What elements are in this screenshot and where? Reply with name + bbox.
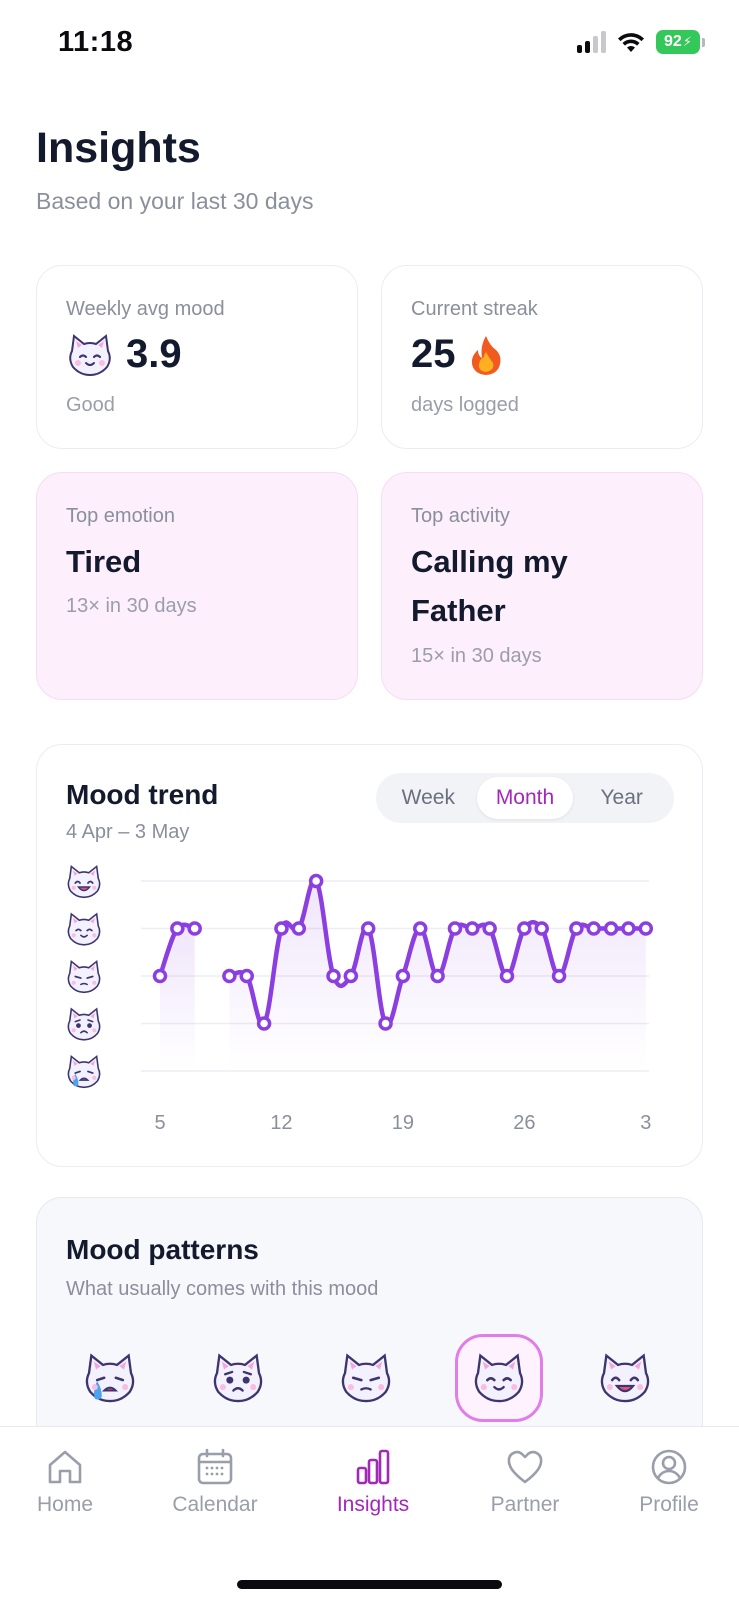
patterns-title: Mood patterns xyxy=(66,1234,259,1265)
y-axis-cat-happy-icon xyxy=(67,864,101,899)
trend-point xyxy=(499,968,515,984)
tab-label: Calendar xyxy=(172,1493,258,1516)
status-time: 11:18 xyxy=(58,26,134,58)
heart-icon xyxy=(507,1450,543,1484)
y-axis-cat-content-icon xyxy=(67,912,101,946)
streak-value-row: 25 xyxy=(411,332,504,377)
page-title: Insights xyxy=(36,124,201,172)
user-circle-icon xyxy=(651,1449,687,1485)
card-label: Current streak xyxy=(411,298,538,320)
top-activity-caption: 15× in 30 days xyxy=(411,645,542,667)
x-tick-label: 19 xyxy=(392,1112,414,1134)
trend-point xyxy=(586,921,601,936)
home-icon xyxy=(48,1450,82,1484)
trend-point xyxy=(222,968,237,984)
top-activity-value: Calling my Father xyxy=(411,544,568,628)
trend-point xyxy=(621,921,636,936)
trend-point xyxy=(343,968,359,984)
trend-point xyxy=(569,921,584,936)
trend-point xyxy=(256,1016,272,1031)
battery-level: 92 xyxy=(664,33,682,50)
trend-point xyxy=(378,1016,393,1031)
tab-label: Partner xyxy=(490,1493,560,1516)
trend-point xyxy=(152,968,168,984)
flame-icon xyxy=(471,335,500,375)
trend-point xyxy=(326,968,341,984)
trend-point xyxy=(603,921,619,936)
card-label: Weekly avg mood xyxy=(66,298,225,320)
weekly-mood-caption: Good xyxy=(66,394,115,416)
tab-calendar[interactable]: Calendar xyxy=(150,1447,280,1517)
home-indicator xyxy=(237,1580,502,1589)
trend-point xyxy=(517,921,532,936)
cat-crying-icon xyxy=(85,1353,135,1403)
trend-area xyxy=(160,924,195,1071)
trend-point xyxy=(551,968,567,984)
tab-partner[interactable]: Partner xyxy=(460,1447,590,1517)
trend-point xyxy=(274,921,289,936)
trend-point xyxy=(360,921,376,936)
trend-point xyxy=(239,968,254,984)
mood-trend-card: Mood trend 4 Apr – 3 May Week Month Year… xyxy=(36,744,703,1167)
weekly-mood-value-row: 3.9 xyxy=(66,332,182,377)
bar-chart-icon xyxy=(356,1449,390,1485)
y-axis-cat-meh-icon xyxy=(67,959,101,994)
cellular-signal-icon xyxy=(577,31,606,53)
trend-point xyxy=(170,921,185,936)
mood-trend-chart: 5 12 19 26 3 xyxy=(67,864,654,1134)
trend-point xyxy=(638,921,654,936)
mood-option-crying[interactable] xyxy=(66,1334,154,1422)
trend-point xyxy=(395,968,411,984)
tab-home[interactable]: Home xyxy=(0,1447,130,1517)
trend-point xyxy=(482,921,497,936)
trend-point xyxy=(187,921,202,936)
y-axis-cat-sad-icon xyxy=(67,1007,101,1041)
trend-point xyxy=(308,873,324,889)
streak-value: 25 xyxy=(411,332,456,376)
top-emotion-card[interactable]: Top emotion Tired 13× in 30 days xyxy=(36,472,358,700)
tab-bar: Home Calendar Insights Partner Profile xyxy=(0,1426,739,1600)
streak-card[interactable]: Current streak 25 days logged xyxy=(381,265,703,449)
top-emotion-value: Tired xyxy=(66,544,142,579)
mood-option-sad[interactable] xyxy=(194,1334,282,1422)
tab-profile[interactable]: Profile xyxy=(604,1447,734,1517)
trend-point xyxy=(534,921,549,936)
x-tick-label: 26 xyxy=(513,1112,535,1134)
cat-smile-icon xyxy=(69,333,111,376)
weekly-mood-value: 3.9 xyxy=(126,332,182,376)
mood-option-meh[interactable] xyxy=(322,1334,410,1422)
wifi-icon xyxy=(618,33,644,52)
cat-content-icon xyxy=(474,1353,524,1403)
cat-meh-icon xyxy=(341,1353,391,1403)
x-tick-label: 12 xyxy=(270,1112,292,1134)
status-bar: 11:18 92 ⚡ xyxy=(0,0,739,90)
card-label: Top emotion xyxy=(66,505,175,527)
trend-point xyxy=(291,921,307,936)
trend-point xyxy=(430,968,445,984)
weekly-mood-card[interactable]: Weekly avg mood 3.9 Good xyxy=(36,265,358,449)
top-emotion-caption: 13× in 30 days xyxy=(66,595,197,617)
page-subtitle: Based on your last 30 days xyxy=(36,188,314,214)
mood-option-content[interactable] xyxy=(455,1334,543,1422)
top-activity-card[interactable]: Top activity Calling my Father 15× in 30… xyxy=(381,472,703,700)
mood-option-happy[interactable] xyxy=(581,1334,669,1422)
calendar-icon xyxy=(197,1448,233,1485)
x-tick-label: 3 xyxy=(640,1112,651,1134)
card-label: Top activity xyxy=(411,505,510,527)
tab-label: Home xyxy=(36,1493,94,1516)
trend-point xyxy=(413,921,428,936)
status-icons: 92 ⚡ xyxy=(577,30,705,54)
x-tick-label: 5 xyxy=(154,1112,165,1134)
cat-happy-icon xyxy=(600,1353,650,1403)
tab-label: Insights xyxy=(336,1493,410,1516)
battery-icon: 92 ⚡ xyxy=(656,30,700,54)
trend-point xyxy=(465,921,480,936)
tab-label: Profile xyxy=(639,1493,699,1516)
patterns-subtitle: What usually comes with this mood xyxy=(66,1278,379,1300)
y-axis-cat-crying-icon xyxy=(67,1054,101,1089)
cat-sad-icon xyxy=(213,1353,263,1403)
streak-caption: days logged xyxy=(411,394,519,416)
tab-insights[interactable]: Insights xyxy=(308,1447,438,1517)
trend-point xyxy=(447,921,463,936)
